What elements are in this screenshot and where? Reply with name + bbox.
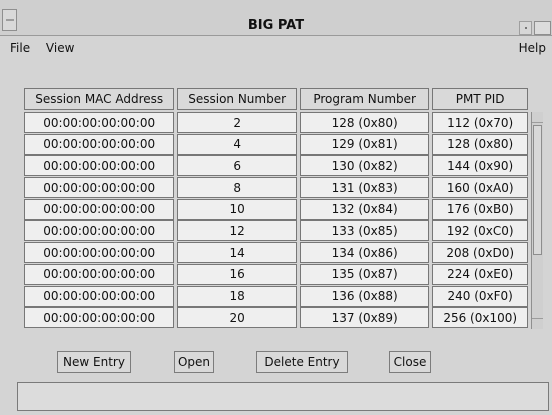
cell-session-number[interactable]: 4 bbox=[177, 133, 297, 155]
table-row[interactable]: 00:00:00:00:00:00 6 130 (0x82) 144 (0x90… bbox=[24, 155, 528, 177]
cell-pmt-pid[interactable]: 224 (0xE0) bbox=[432, 263, 528, 285]
menu-view[interactable]: View bbox=[46, 41, 74, 55]
cell-session-mac-address[interactable]: 00:00:00:00:00:00 bbox=[24, 177, 175, 199]
header-session-mac-address[interactable]: Session MAC Address bbox=[24, 88, 175, 110]
cell-pmt-pid[interactable]: 160 (0xA0) bbox=[432, 177, 528, 199]
table-row[interactable]: 00:00:00:00:00:00 2 128 (0x80) 112 (0x70… bbox=[24, 112, 528, 134]
cell-pmt-pid[interactable]: 208 (0xD0) bbox=[432, 242, 528, 264]
cell-session-number[interactable]: 20 bbox=[177, 307, 297, 329]
header-program-number[interactable]: Program Number bbox=[299, 88, 430, 110]
cell-session-number[interactable]: 8 bbox=[177, 177, 297, 199]
cell-program-number[interactable]: 137 (0x89) bbox=[299, 307, 430, 329]
table-body: 00:00:00:00:00:00 2 128 (0x80) 112 (0x70… bbox=[24, 112, 528, 329]
session-table: Session MAC Address Session Number Progr… bbox=[24, 88, 528, 329]
cell-program-number[interactable]: 133 (0x85) bbox=[299, 220, 430, 242]
header-pmt-pid[interactable]: PMT PID bbox=[432, 88, 528, 110]
cell-session-number[interactable]: 6 bbox=[177, 155, 297, 177]
minimize-button[interactable] bbox=[519, 21, 532, 35]
delete-entry-button[interactable]: Delete Entry bbox=[256, 351, 348, 373]
cell-program-number[interactable]: 136 (0x88) bbox=[299, 285, 430, 307]
table-row[interactable]: 00:00:00:00:00:00 14 134 (0x86) 208 (0xD… bbox=[24, 242, 528, 264]
cell-session-number[interactable]: 16 bbox=[177, 263, 297, 285]
cell-session-mac-address[interactable]: 00:00:00:00:00:00 bbox=[24, 263, 175, 285]
title-bar: BIG PAT bbox=[0, 0, 552, 36]
table-header: Session MAC Address Session Number Progr… bbox=[24, 88, 528, 110]
table-row[interactable]: 00:00:00:00:00:00 18 136 (0x88) 240 (0xF… bbox=[24, 285, 528, 308]
cell-session-mac-address[interactable]: 00:00:00:00:00:00 bbox=[24, 112, 175, 133]
cell-program-number[interactable]: 135 (0x87) bbox=[299, 263, 430, 285]
cell-program-number[interactable]: 131 (0x83) bbox=[299, 177, 430, 199]
cell-pmt-pid[interactable]: 128 (0x80) bbox=[432, 133, 528, 155]
close-button[interactable]: Close bbox=[389, 351, 431, 373]
cell-session-number[interactable]: 10 bbox=[177, 198, 297, 220]
cell-pmt-pid[interactable]: 256 (0x100) bbox=[432, 307, 528, 329]
cell-session-mac-address[interactable]: 00:00:00:00:00:00 bbox=[24, 307, 175, 329]
scroll-thumb[interactable] bbox=[533, 125, 542, 255]
menu-file[interactable]: File bbox=[10, 41, 30, 55]
cell-session-mac-address[interactable]: 00:00:00:00:00:00 bbox=[24, 198, 175, 220]
cell-program-number[interactable]: 130 (0x82) bbox=[299, 155, 430, 177]
table-row[interactable]: 00:00:00:00:00:00 20 137 (0x89) 256 (0x1… bbox=[24, 307, 528, 329]
table-row[interactable]: 00:00:00:00:00:00 10 132 (0x84) 176 (0xB… bbox=[24, 198, 528, 221]
cell-session-mac-address[interactable]: 00:00:00:00:00:00 bbox=[24, 220, 175, 242]
cell-program-number[interactable]: 129 (0x81) bbox=[299, 133, 430, 155]
cell-session-mac-address[interactable]: 00:00:00:00:00:00 bbox=[24, 133, 175, 155]
cell-session-number[interactable]: 12 bbox=[177, 220, 297, 242]
cell-program-number[interactable]: 132 (0x84) bbox=[299, 198, 430, 220]
open-button[interactable]: Open bbox=[174, 351, 214, 373]
window-title: BIG PAT bbox=[247, 18, 305, 33]
cell-program-number[interactable]: 128 (0x80) bbox=[299, 112, 430, 133]
table-row[interactable]: 00:00:00:00:00:00 16 135 (0x87) 224 (0xE… bbox=[24, 263, 528, 286]
cell-pmt-pid[interactable]: 112 (0x70) bbox=[432, 112, 528, 133]
cell-session-mac-address[interactable]: 00:00:00:00:00:00 bbox=[24, 285, 175, 307]
scroll-up-button[interactable] bbox=[532, 112, 543, 123]
header-session-number[interactable]: Session Number bbox=[177, 88, 297, 110]
cell-pmt-pid[interactable]: 192 (0xC0) bbox=[432, 220, 528, 242]
cell-session-mac-address[interactable]: 00:00:00:00:00:00 bbox=[24, 242, 175, 264]
maximize-button[interactable] bbox=[534, 21, 551, 35]
table-row[interactable]: 00:00:00:00:00:00 4 129 (0x81) 128 (0x80… bbox=[24, 133, 528, 156]
cell-session-mac-address[interactable]: 00:00:00:00:00:00 bbox=[24, 155, 175, 177]
table-row[interactable]: 00:00:00:00:00:00 12 133 (0x85) 192 (0xC… bbox=[24, 220, 528, 242]
table-row[interactable]: 00:00:00:00:00:00 8 131 (0x83) 160 (0xA0… bbox=[24, 177, 528, 199]
cell-pmt-pid[interactable]: 144 (0x90) bbox=[432, 155, 528, 177]
menu-bar: File View Help bbox=[0, 41, 552, 59]
cell-pmt-pid[interactable]: 176 (0xB0) bbox=[432, 198, 528, 220]
scroll-down-button[interactable] bbox=[532, 318, 543, 329]
cell-pmt-pid[interactable]: 240 (0xF0) bbox=[432, 285, 528, 307]
menu-help[interactable]: Help bbox=[519, 41, 546, 55]
cell-session-number[interactable]: 14 bbox=[177, 242, 297, 264]
cell-program-number[interactable]: 134 (0x86) bbox=[299, 242, 430, 264]
cell-session-number[interactable]: 2 bbox=[177, 112, 297, 133]
cell-session-number[interactable]: 18 bbox=[177, 285, 297, 307]
status-bar bbox=[17, 382, 549, 411]
menu-left-group: File View bbox=[10, 41, 86, 55]
vertical-scrollbar[interactable] bbox=[531, 112, 543, 329]
new-entry-button[interactable]: New Entry bbox=[57, 351, 131, 373]
